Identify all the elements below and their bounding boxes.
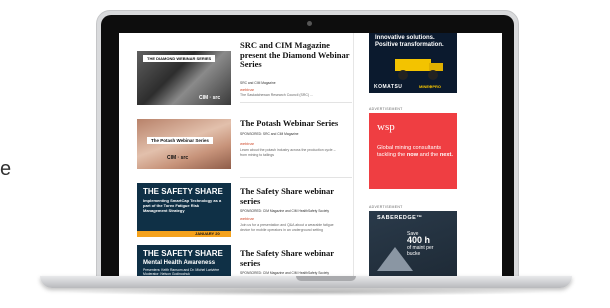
ad-headline: Innovative solutions. Positive transform… [375,35,444,49]
ad-copy-text-2: and the [418,152,440,158]
partial-page-text: e [0,158,12,180]
article-description: The Saskatchewan Research Council (SRC) … [240,93,313,97]
article-description: Join us for a presentation and Q&A about… [240,223,334,232]
ad-label: ADVERTISEMENT [369,107,403,111]
bucket-tooth-icon [377,247,413,271]
article-description: Learn about the potash industry across t… [240,148,336,157]
laptop-shadow [60,288,552,296]
laptop-base [40,276,572,288]
article-sponsor: SPONSORED: CIM Magazine and CIM HealthSa… [240,209,330,213]
thumbnail-title: The Potash Webinar Series [147,137,213,144]
column-divider [353,33,354,279]
divider [240,102,352,103]
article-title[interactable]: The Safety Share webinar series [240,248,352,268]
article-thumbnail[interactable]: THE DIAMOND WEBINAR SERIES CIM · src [137,51,231,105]
thumbnail-logos: CIM · src [167,155,189,161]
article-title[interactable]: The Safety Share webinar series [240,186,352,206]
saberedge-logo: SABEREDGE™ [377,215,423,221]
laptop-screen: THE DIAMOND WEBINAR SERIES CIM · src SRC… [119,33,502,279]
saberedge-ad[interactable]: SABEREDGE™ Save 400 h of maint per bucke [369,211,457,279]
article-sponsor: SPONSORED: CIM Magazine and CIM HealthSa… [240,271,330,275]
thumbnail-subtitle: Mental Health Awareness [143,260,216,266]
minepro-logo: MINE⊕PRO [419,84,442,89]
laptop-lid: THE DIAMOND WEBINAR SERIES CIM · src SRC… [96,10,519,279]
laptop-bezel: THE DIAMOND WEBINAR SERIES CIM · src SRC… [101,15,514,279]
divider [240,177,352,178]
thumbnail-title: THE SAFETY SHARE [143,249,223,258]
ad-label: ADVERTISEMENT [369,205,403,209]
article-title[interactable]: The Potash Webinar Series [240,118,352,129]
article-title[interactable]: SRC and CIM Magazine present the Diamond… [240,40,352,70]
list-item[interactable]: The Potash Webinar Series CIM · src The … [137,115,355,178]
thumbnail-subtitle: Implementing SmartCap Technology as a pa… [143,198,222,213]
list-item[interactable]: THE DIAMOND WEBINAR SERIES CIM · src SRC… [137,39,355,105]
ad-copy: Global mining consultants tackling the n… [377,145,453,159]
komatsu-logo: KOMATSU [374,84,403,90]
ad-line-1: Innovative solutions. [375,35,435,41]
article-thumbnail[interactable]: THE SAFETY SHARE Implementing SmartCap T… [137,183,231,237]
ad-line-2: Positive transformation. [375,42,444,48]
article-tag[interactable]: webinar [240,87,254,92]
article-tag[interactable]: webinar [240,216,254,221]
wsp-logo: wsp [377,121,395,133]
article-sponsor: SPONSORED: SRC and CIM Magazine [240,132,299,136]
mining-truck-icon [395,59,443,80]
ad-copy-next: next. [439,152,453,158]
laptop-notch [296,276,356,281]
thumbnail-title: THE DIAMOND WEBINAR SERIES [143,55,216,62]
thumbnail-title: THE SAFETY SHARE [143,187,223,196]
article-thumbnail[interactable]: The Potash Webinar Series CIM · src [137,119,231,169]
thumbnail-presenters: Presenters: Keith Ransom and Dr. Michel … [143,268,220,276]
komatsu-ad[interactable]: Innovative solutions. Positive transform… [369,33,457,93]
webcam-icon [307,21,312,26]
list-item[interactable]: THE SAFETY SHARE Implementing SmartCap T… [137,183,355,239]
thumbnail-logos: CIM · src [199,95,221,101]
thumbnail-date: JANUARY 20 [195,231,220,236]
list-item[interactable]: THE SAFETY SHARE Mental Health Awareness… [137,245,355,279]
article-thumbnail[interactable]: THE SAFETY SHARE Mental Health Awareness… [137,245,231,279]
ad-copy-now: now [406,152,419,158]
article-tag[interactable]: webinar [240,141,254,146]
wsp-ad[interactable]: wsp Global mining consultants tackling t… [369,113,457,189]
article-sponsor: SRC and CIM Magazine [240,81,276,85]
